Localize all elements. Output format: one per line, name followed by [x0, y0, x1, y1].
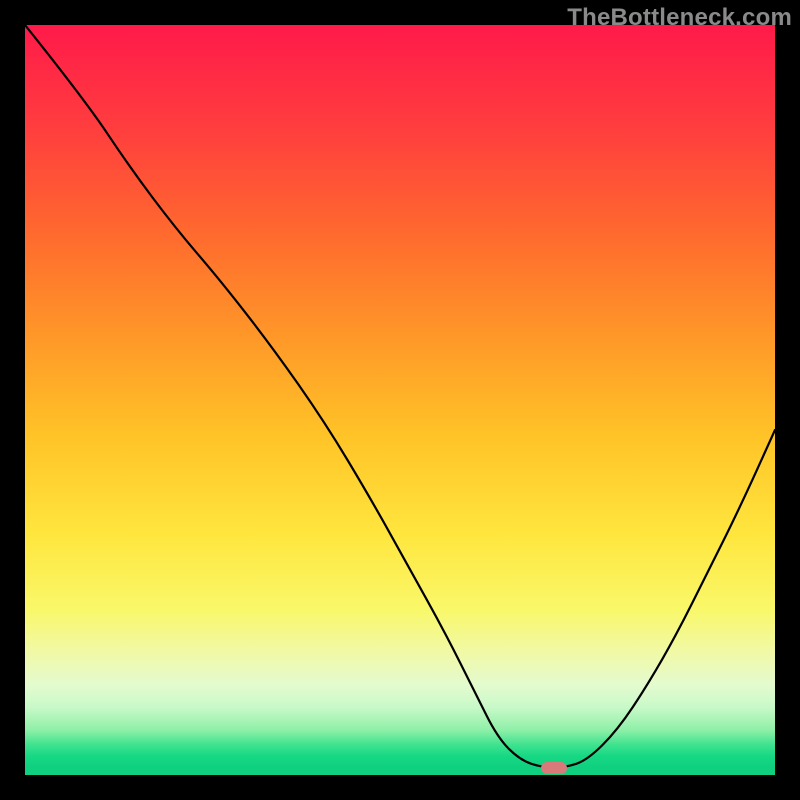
curve-path: [25, 25, 775, 768]
plot-area: [25, 25, 775, 775]
chart-container: TheBottleneck.com: [0, 0, 800, 800]
watermark-text: TheBottleneck.com: [567, 4, 792, 32]
bottleneck-curve: [25, 25, 775, 775]
minimum-marker: [541, 762, 567, 774]
